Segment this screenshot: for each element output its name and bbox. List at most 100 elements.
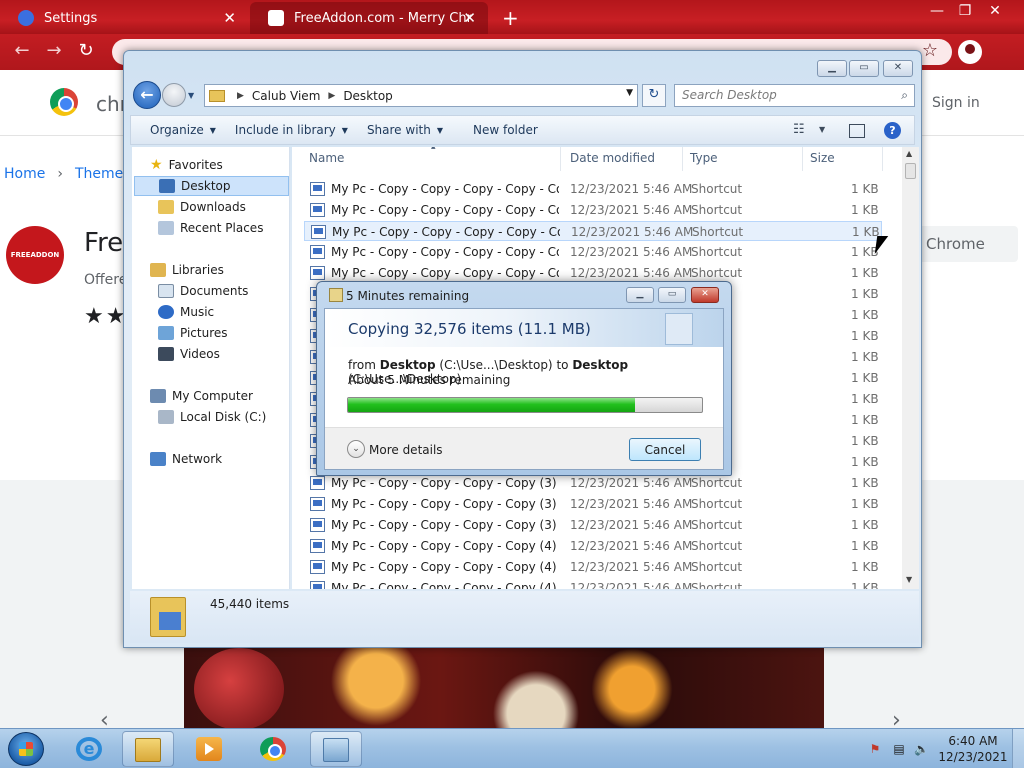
- clock-time[interactable]: 6:40 AM: [944, 734, 1002, 748]
- nav-downloads-label: Downloads: [180, 200, 246, 214]
- tab-freeaddon[interactable]: FreeAddon.com - Merry Christm ✕: [250, 2, 488, 34]
- clock-date[interactable]: 12/23/2021: [938, 750, 1008, 764]
- details-pane: 45,440 items: [130, 591, 919, 643]
- file-row[interactable]: My Pc - Copy - Copy - Copy - Copy (4) - …: [304, 557, 882, 577]
- file-row[interactable]: My Pc - Copy - Copy - Copy - Copy (3) - …: [304, 494, 882, 514]
- tab-settings[interactable]: Settings ✕: [0, 2, 248, 34]
- column-divider[interactable]: [682, 147, 683, 171]
- close-icon[interactable]: ✕: [463, 9, 476, 27]
- taskbar-internet-explorer[interactable]: e: [64, 731, 116, 767]
- column-divider[interactable]: [560, 147, 561, 171]
- back-icon[interactable]: ←: [10, 40, 34, 61]
- nav-local-disk[interactable]: Local Disk (C:): [158, 407, 266, 427]
- nav-downloads[interactable]: Downloads: [158, 197, 246, 217]
- nav-videos[interactable]: Videos: [158, 344, 220, 364]
- file-type: Shortcut: [691, 245, 743, 259]
- close-icon[interactable]: ✕: [883, 60, 913, 77]
- close-icon[interactable]: ✕: [691, 287, 719, 303]
- new-tab-button[interactable]: +: [494, 2, 524, 34]
- minimize-icon[interactable]: ▁: [817, 60, 847, 77]
- recent-pages-dropdown-icon[interactable]: ▼: [188, 91, 194, 100]
- file-row[interactable]: My Pc - Copy - Copy - Copy - Copy (4) - …: [304, 536, 882, 556]
- file-size: 1 KB: [851, 329, 879, 343]
- taskbar-chrome[interactable]: [248, 731, 300, 767]
- file-row[interactable]: My Pc - Copy - Copy - Copy - Copy (3) - …: [304, 473, 882, 493]
- organize-button[interactable]: Organize ▼: [150, 123, 216, 137]
- file-row[interactable]: My Pc - Copy - Copy - Copy - Copy - Co..…: [304, 242, 882, 262]
- nav-documents[interactable]: Documents: [158, 281, 248, 301]
- cancel-button[interactable]: Cancel: [629, 438, 701, 461]
- file-row[interactable]: My Pc - Copy - Copy - Copy - Copy (3) 12/…: [304, 515, 882, 535]
- search-icon[interactable]: ⌕: [901, 88, 908, 103]
- address-bar[interactable]: ▶ Calub Viem ▶ Desktop ▼: [204, 84, 638, 107]
- network-icon[interactable]: ▤: [892, 742, 906, 756]
- nav-desktop-label: Desktop: [181, 179, 231, 193]
- taskbar-copy-progress[interactable]: [310, 731, 362, 767]
- chevron-down-icon[interactable]: ⌄: [347, 440, 365, 458]
- close-icon[interactable]: ✕: [223, 9, 236, 27]
- more-details-toggle[interactable]: More details: [369, 443, 443, 457]
- taskbar-windows-explorer[interactable]: [122, 731, 174, 767]
- file-row[interactable]: My Pc - Copy - Copy - Copy - Copy - Co..…: [304, 263, 882, 283]
- nav-favorites[interactable]: ★ Favorites: [150, 155, 223, 175]
- preview-pane-icon[interactable]: [849, 124, 865, 138]
- reload-icon[interactable]: ↻: [74, 40, 98, 61]
- back-button[interactable]: ←: [133, 81, 161, 109]
- help-icon[interactable]: ?: [884, 122, 901, 139]
- breadcrumb-home[interactable]: Home: [4, 166, 45, 182]
- chevron-down-icon[interactable]: ▼: [819, 125, 825, 134]
- column-header-date[interactable]: Date modified: [570, 151, 655, 165]
- file-row[interactable]: My Pc - Copy - Copy - Copy - Copy (4) 12/…: [304, 578, 882, 589]
- profile-avatar[interactable]: [958, 40, 982, 64]
- column-header-type[interactable]: Type: [690, 151, 718, 165]
- refresh-icon[interactable]: ↻: [642, 84, 666, 107]
- scroll-down-icon[interactable]: ▼: [906, 575, 912, 584]
- nav-network[interactable]: Network: [150, 449, 222, 469]
- search-input[interactable]: Search Desktop ⌕: [674, 84, 915, 107]
- column-header-size[interactable]: Size: [810, 151, 835, 165]
- include-in-library-button[interactable]: Include in library ▼: [235, 123, 348, 137]
- close-window-icon[interactable]: ✕: [980, 0, 1010, 22]
- source-link[interactable]: Desktop: [380, 358, 436, 372]
- restore-icon[interactable]: ❐: [950, 0, 980, 22]
- breadcrumb-desktop[interactable]: Desktop: [343, 89, 393, 103]
- volume-icon[interactable]: 🔈: [914, 742, 929, 756]
- nav-libraries[interactable]: Libraries: [150, 260, 224, 280]
- minimize-icon[interactable]: ▁: [626, 287, 654, 303]
- chevron-right-icon[interactable]: ▶: [328, 91, 335, 101]
- add-to-chrome-button[interactable]: Chrome: [918, 226, 1018, 262]
- forward-icon[interactable]: →: [42, 40, 66, 61]
- change-view-icon[interactable]: ☷: [793, 122, 805, 137]
- file-row[interactable]: My Pc - Copy - Copy - Copy - Copy - Co..…: [304, 200, 882, 220]
- column-divider[interactable]: [882, 147, 883, 171]
- file-row[interactable]: My Pc - Copy - Copy - Copy - Copy - Co..…: [304, 179, 882, 199]
- column-header-name[interactable]: Name: [309, 151, 344, 165]
- scroll-up-icon[interactable]: ▲: [906, 149, 912, 158]
- column-divider[interactable]: [802, 147, 803, 171]
- sign-in-link[interactable]: Sign in: [932, 95, 980, 111]
- chrome-web-store-logo-icon[interactable]: [50, 88, 78, 116]
- action-center-flag-icon[interactable]: ⚑: [868, 742, 882, 756]
- show-desktop-button[interactable]: [1012, 729, 1024, 768]
- breadcrumb-user[interactable]: Calub Viem: [252, 89, 320, 103]
- share-with-button[interactable]: Share with ▼: [367, 123, 443, 137]
- nav-my-computer[interactable]: My Computer: [150, 386, 253, 406]
- start-button[interactable]: [8, 732, 44, 766]
- file-row[interactable]: My Pc - Copy - Copy - Copy - Copy - Co..…: [304, 221, 882, 241]
- new-folder-button[interactable]: New folder: [473, 123, 538, 137]
- vertical-scrollbar[interactable]: ▲ ▼: [902, 147, 919, 589]
- forward-button[interactable]: [162, 83, 186, 107]
- nav-recent-places[interactable]: Recent Places: [158, 218, 263, 238]
- scroll-thumb[interactable]: [905, 163, 916, 179]
- destination-link[interactable]: Desktop: [572, 358, 628, 372]
- minimize-icon[interactable]: —: [922, 0, 952, 22]
- file-size: 1 KB: [851, 476, 879, 490]
- taskbar-media-player[interactable]: [184, 731, 236, 767]
- chevron-down-icon[interactable]: ▼: [626, 88, 633, 98]
- nav-desktop[interactable]: Desktop: [134, 176, 289, 196]
- maximize-icon[interactable]: ▭: [658, 287, 686, 303]
- nav-music[interactable]: Music: [158, 302, 214, 322]
- maximize-icon[interactable]: ▭: [849, 60, 879, 77]
- nav-pictures[interactable]: Pictures: [158, 323, 228, 343]
- chevron-right-icon[interactable]: ▶: [237, 91, 244, 101]
